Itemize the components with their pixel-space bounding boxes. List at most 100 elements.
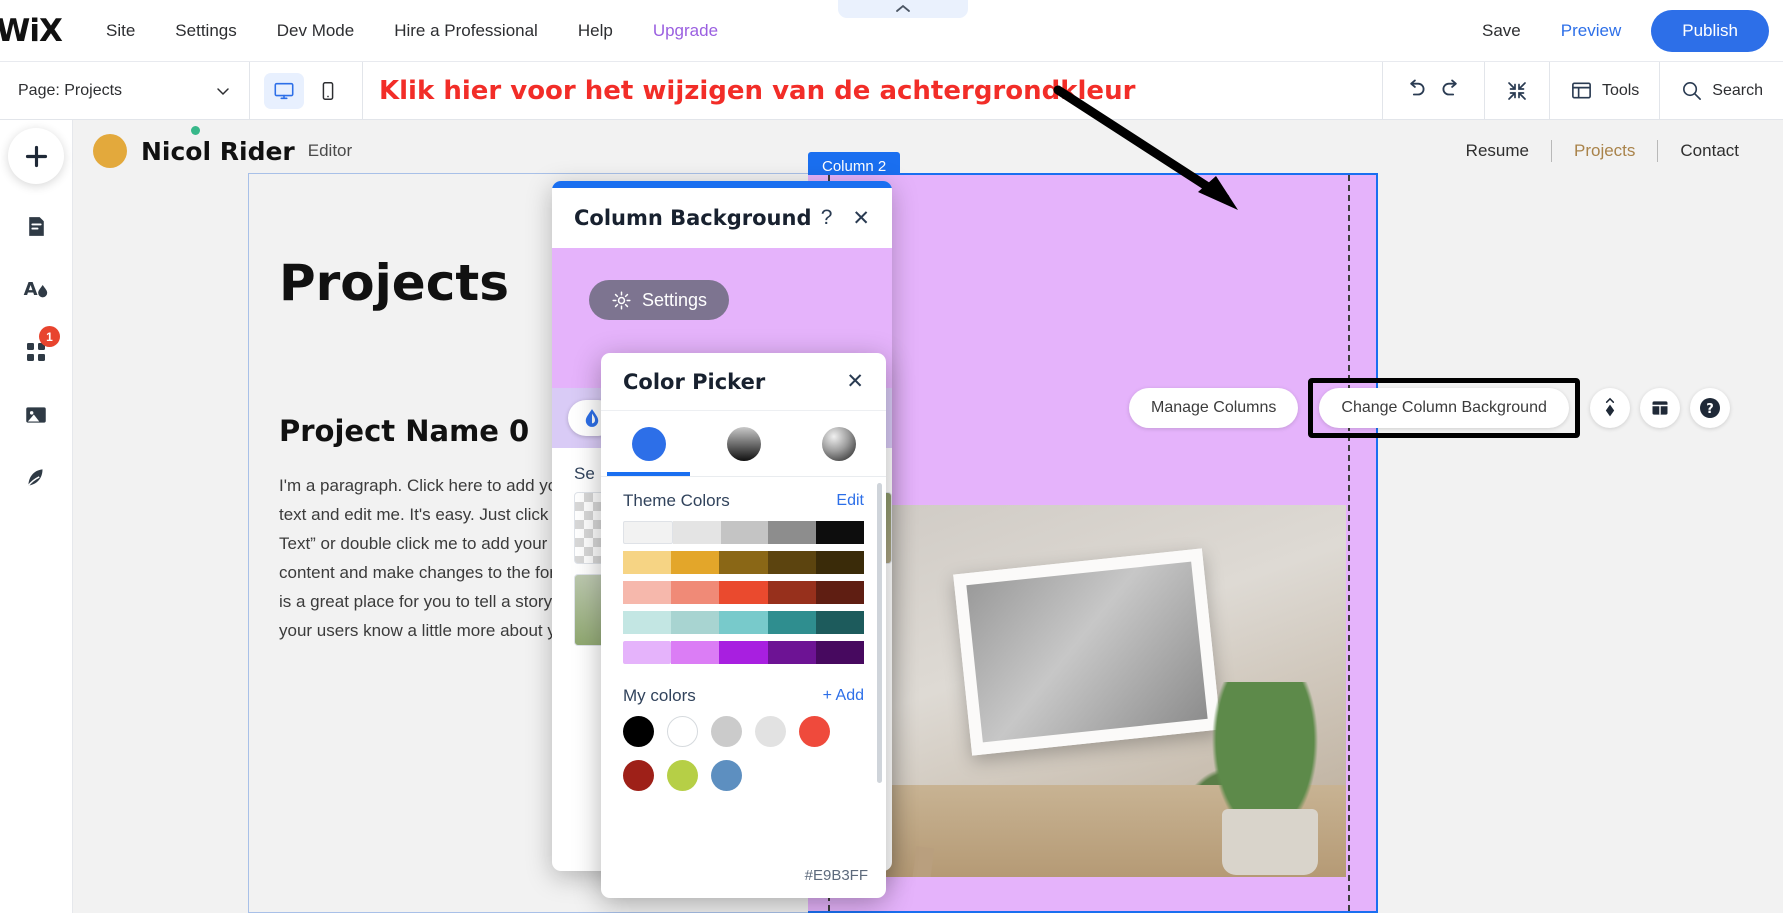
theme-color-swatch[interactable] [719,611,767,634]
theme-color-swatch[interactable] [768,641,816,664]
wix-logo[interactable]: WiX [0,13,64,49]
my-color-swatch[interactable] [623,716,654,747]
collapse-toolbar-handle[interactable] [838,0,968,18]
theme-color-swatch[interactable] [719,641,767,664]
my-color-swatch[interactable] [711,760,742,791]
linear-gradient-icon [727,427,761,461]
edit-theme-colors-link[interactable]: Edit [836,492,864,510]
device-toggle [250,62,363,120]
column-floating-toolbar: Manage Columns Change Column Background … [1129,378,1730,438]
theme-color-swatch[interactable] [768,581,816,604]
theme-color-swatch[interactable] [623,611,671,634]
sidebar-item-blog[interactable] [8,450,64,506]
publish-button[interactable]: Publish [1651,10,1769,52]
tab-radial-gradient[interactable] [791,411,886,476]
project-name-heading: Project Name 0 [279,414,529,448]
help-icon[interactable]: ? [821,206,833,230]
menu-item-settings[interactable]: Settings [155,15,256,47]
desktop-icon [273,80,295,102]
theme-color-swatch[interactable] [721,521,769,544]
mobile-icon [317,80,339,102]
layout-icon [1650,398,1670,418]
zoom-out-button[interactable] [1484,62,1549,120]
tools-button[interactable]: Tools [1549,62,1659,120]
mobile-view-button[interactable] [308,73,348,109]
site-brand: Nicol Rider Editor [93,134,352,168]
theme-color-row [623,611,864,634]
theme-color-swatch[interactable] [623,521,673,544]
column-image[interactable] [834,505,1346,877]
theme-color-swatch[interactable] [671,551,719,574]
theme-color-swatch[interactable] [768,521,816,544]
menu-item-help[interactable]: Help [558,15,633,47]
menu-item-upgrade[interactable]: Upgrade [633,15,738,47]
theme-color-swatch[interactable] [768,611,816,634]
collapse-arrows-icon [1505,79,1529,103]
sidebar-item-theme[interactable]: A [8,261,64,317]
site-nav-projects[interactable]: Projects [1552,141,1657,161]
theme-color-swatch[interactable] [623,551,671,574]
my-color-swatch[interactable] [799,716,830,747]
close-icon[interactable]: ✕ [846,369,864,394]
theme-color-swatch[interactable] [768,551,816,574]
save-button[interactable]: Save [1462,15,1541,47]
my-color-swatch[interactable] [711,716,742,747]
theme-color-swatch[interactable] [671,581,719,604]
page-title: Projects [279,254,509,312]
theme-color-swatch[interactable] [816,641,864,664]
top-menu: Site Settings Dev Mode Hire a Profession… [86,15,738,47]
editor-canvas[interactable]: Nicol Rider Editor Resume Projects Conta… [73,120,1783,913]
manage-columns-button[interactable]: Manage Columns [1129,388,1298,428]
sidebar-item-media[interactable] [8,387,64,443]
tab-linear-gradient[interactable] [696,411,791,476]
theme-color-swatch[interactable] [671,641,719,664]
theme-color-swatch[interactable] [719,581,767,604]
theme-color-swatch[interactable] [623,581,671,604]
theme-color-swatch[interactable] [673,521,721,544]
my-colors-label: My colors [623,686,696,706]
theme-color-swatch[interactable] [816,551,864,574]
settings-label: Settings [642,290,707,311]
menu-item-site[interactable]: Site [86,15,155,47]
undo-redo-group [1382,62,1484,120]
panel-accent-bar [552,181,892,188]
preview-button[interactable]: Preview [1541,15,1641,47]
page-selector[interactable]: Page: Projects [0,62,250,120]
theme-color-swatch[interactable] [816,581,864,604]
color-picker-panel[interactable]: Color Picker ✕ Theme Colors Edit My colo… [601,353,886,898]
search-button[interactable]: Search [1659,62,1783,120]
animation-button[interactable] [1590,388,1630,428]
menu-item-hire-a-professional[interactable]: Hire a Professional [374,15,558,47]
undo-button[interactable] [1403,75,1429,106]
column-2[interactable] [808,173,1378,913]
add-color-link[interactable]: + Add [823,687,864,705]
theme-icon: A [23,276,50,303]
theme-color-swatch[interactable] [671,611,719,634]
settings-button[interactable]: Settings [589,280,729,320]
help-button[interactable]: ? [1690,388,1730,428]
editor-toolbar: Page: Projects Klik hier voor het wijzig… [0,62,1783,120]
layout-button[interactable] [1640,388,1680,428]
tab-solid-color[interactable] [601,411,696,476]
theme-color-swatch[interactable] [816,611,864,634]
my-color-swatch[interactable] [667,760,698,791]
sidebar-item-pages[interactable] [8,198,64,254]
my-color-swatch[interactable] [623,760,654,791]
theme-color-swatch[interactable] [623,641,671,664]
my-color-swatch[interactable] [755,716,786,747]
my-color-swatch[interactable] [667,716,698,747]
close-icon[interactable]: ✕ [852,206,870,231]
theme-color-swatch[interactable] [816,521,864,544]
svg-text:A: A [23,279,37,300]
sidebar-item-add[interactable] [8,128,64,184]
menu-item-dev-mode[interactable]: Dev Mode [257,15,374,47]
add-icon [23,143,50,170]
theme-color-swatch[interactable] [719,551,767,574]
sidebar-item-apps[interactable]: 1 [8,324,64,380]
site-nav-contact[interactable]: Contact [1658,141,1761,161]
color-picker-scrollbar[interactable] [877,483,882,783]
desktop-view-button[interactable] [264,73,304,109]
redo-button[interactable] [1438,75,1464,106]
change-column-background-button[interactable]: Change Column Background [1319,388,1568,428]
site-nav-resume[interactable]: Resume [1444,141,1551,161]
